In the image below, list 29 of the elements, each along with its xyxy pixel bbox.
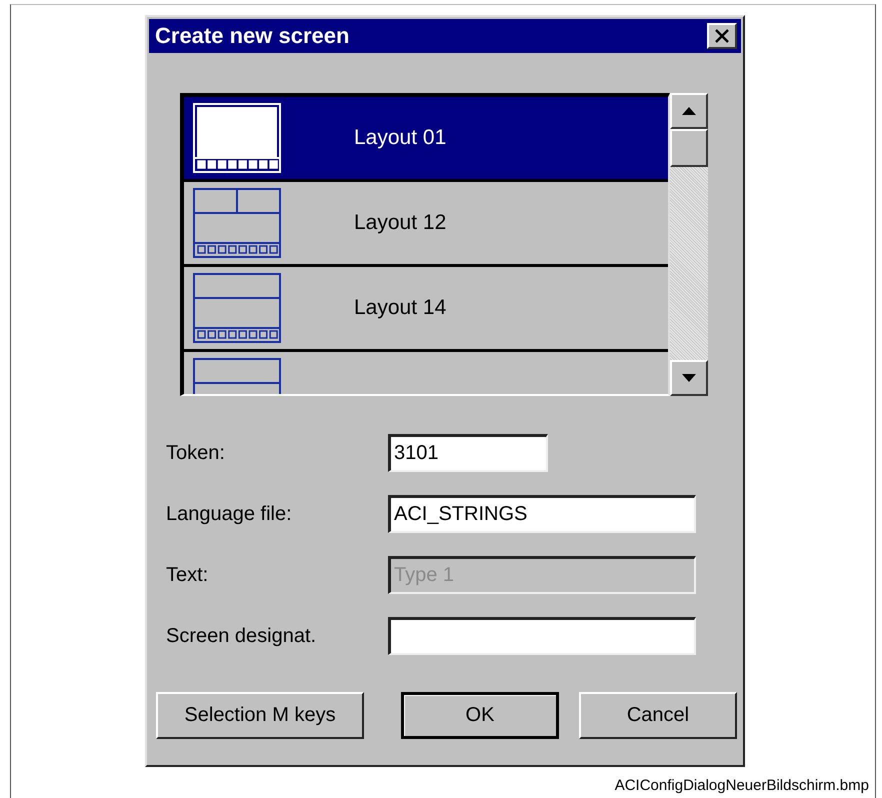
field-label: Token: — [166, 442, 226, 464]
window-title: Create new screen — [155, 23, 350, 49]
close-button[interactable] — [707, 23, 737, 49]
input-field[interactable]: ACI_STRINGS — [388, 495, 696, 533]
layout-label: Layout 12 — [354, 211, 446, 235]
layout-thumbnail-icon — [192, 102, 282, 174]
layout-thumbnail-icon — [192, 272, 282, 344]
scroll-thumb[interactable] — [670, 129, 708, 167]
dialog-button[interactable]: Cancel — [579, 692, 737, 739]
layout-item[interactable]: Layout 01 — [184, 97, 668, 182]
input-field[interactable]: 3101 — [388, 434, 548, 472]
close-icon — [714, 29, 730, 43]
field-label: Screen designat. — [166, 624, 318, 648]
layout-thumbnail-icon — [192, 187, 282, 259]
file-caption: ACIConfigDialogNeuerBildschirm.bmp — [614, 777, 869, 794]
down-arrow-icon — [682, 374, 696, 382]
scrollbar[interactable] — [670, 93, 708, 396]
field-label: Language file: — [166, 502, 293, 526]
layout-label: Layout 14 — [354, 296, 446, 320]
layout-item[interactable]: Layout 14 — [184, 267, 668, 352]
input-field[interactable] — [388, 617, 696, 655]
dialog-button[interactable]: OK — [401, 692, 559, 739]
dialog-button[interactable]: Selection M keys — [156, 692, 364, 739]
layout-item[interactable]: Layout 12 — [184, 182, 668, 267]
scroll-up-button[interactable] — [670, 93, 708, 129]
field-label: Text: — [166, 564, 210, 586]
scroll-down-button[interactable] — [670, 360, 708, 396]
layout-label: Layout 01 — [354, 126, 446, 150]
up-arrow-icon — [682, 107, 696, 115]
